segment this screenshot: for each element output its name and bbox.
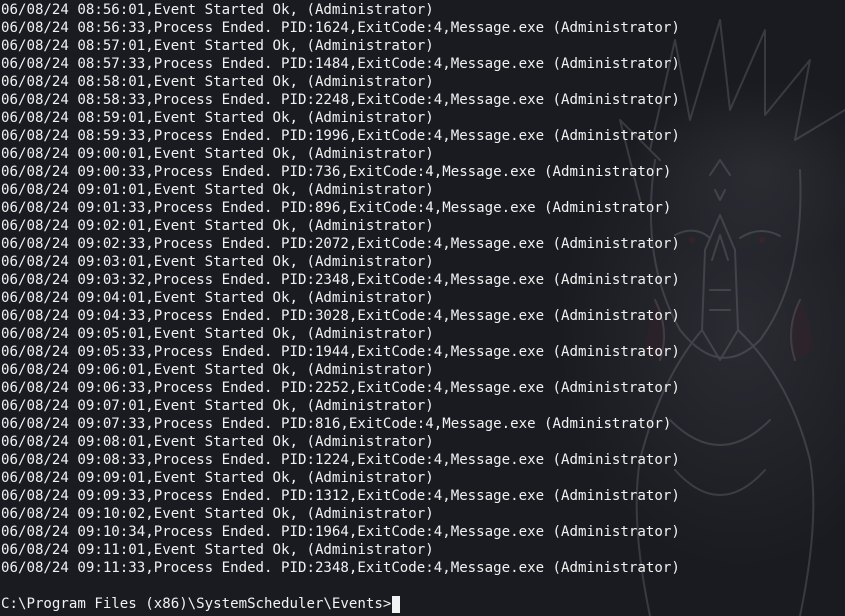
log-line: 06/08/24 09:07:01,Event Started Ok, (Adm…: [1, 398, 434, 414]
prompt-path: C:\Program Files (x86)\SystemScheduler\E…: [1, 596, 392, 612]
log-line: 06/08/24 09:03:32,Process Ended. PID:234…: [1, 272, 680, 288]
text-cursor: [392, 595, 401, 613]
log-line: 06/08/24 09:11:33,Process Ended. PID:234…: [1, 560, 680, 576]
log-line: 06/08/24 09:04:01,Event Started Ok, (Adm…: [1, 290, 434, 306]
log-line: 06/08/24 09:09:33,Process Ended. PID:131…: [1, 488, 680, 504]
log-line: 06/08/24 09:05:33,Process Ended. PID:194…: [1, 344, 680, 360]
log-line: 06/08/24 08:59:33,Process Ended. PID:199…: [1, 128, 680, 144]
log-line: 06/08/24 08:56:01,Event Started Ok, (Adm…: [1, 2, 434, 18]
log-line: 06/08/24 09:06:33,Process Ended. PID:225…: [1, 380, 680, 396]
log-line: 06/08/24 09:08:01,Event Started Ok, (Adm…: [1, 434, 434, 450]
log-line: 06/08/24 09:04:33,Process Ended. PID:302…: [1, 308, 680, 324]
log-line: 06/08/24 09:02:01,Event Started Ok, (Adm…: [1, 218, 434, 234]
log-line: 06/08/24 09:00:01,Event Started Ok, (Adm…: [1, 146, 434, 162]
log-line: 06/08/24 08:59:01,Event Started Ok, (Adm…: [1, 110, 434, 126]
log-line: 06/08/24 08:56:33,Process Ended. PID:162…: [1, 20, 680, 36]
log-line: 06/08/24 08:57:33,Process Ended. PID:148…: [1, 56, 680, 72]
log-line: 06/08/24 09:11:01,Event Started Ok, (Adm…: [1, 542, 434, 558]
log-line: 06/08/24 09:00:33,Process Ended. PID:736…: [1, 164, 672, 180]
log-line: 06/08/24 09:10:02,Event Started Ok, (Adm…: [1, 506, 434, 522]
log-line: 06/08/24 09:01:01,Event Started Ok, (Adm…: [1, 182, 434, 198]
log-line: 06/08/24 08:57:01,Event Started Ok, (Adm…: [1, 38, 434, 54]
log-line: 06/08/24 09:06:01,Event Started Ok, (Adm…: [1, 362, 434, 378]
log-line: 06/08/24 09:08:33,Process Ended. PID:122…: [1, 452, 680, 468]
log-line: 06/08/24 09:01:33,Process Ended. PID:896…: [1, 200, 672, 216]
command-prompt-line[interactable]: C:\Program Files (x86)\SystemScheduler\E…: [1, 595, 401, 613]
log-line: 06/08/24 09:05:01,Event Started Ok, (Adm…: [1, 326, 434, 342]
log-line: 06/08/24 09:02:33,Process Ended. PID:207…: [1, 236, 680, 252]
terminal-output: 06/08/24 08:56:01,Event Started Ok, (Adm…: [1, 1, 680, 577]
log-line: 06/08/24 09:03:01,Event Started Ok, (Adm…: [1, 254, 434, 270]
log-line: 06/08/24 09:10:34,Process Ended. PID:196…: [1, 524, 680, 540]
log-line: 06/08/24 09:07:33,Process Ended. PID:816…: [1, 416, 672, 432]
terminal-window[interactable]: 06/08/24 08:56:01,Event Started Ok, (Adm…: [0, 0, 845, 616]
log-line: 06/08/24 08:58:01,Event Started Ok, (Adm…: [1, 74, 434, 90]
log-line: 06/08/24 08:58:33,Process Ended. PID:224…: [1, 92, 680, 108]
log-line: 06/08/24 09:09:01,Event Started Ok, (Adm…: [1, 470, 434, 486]
